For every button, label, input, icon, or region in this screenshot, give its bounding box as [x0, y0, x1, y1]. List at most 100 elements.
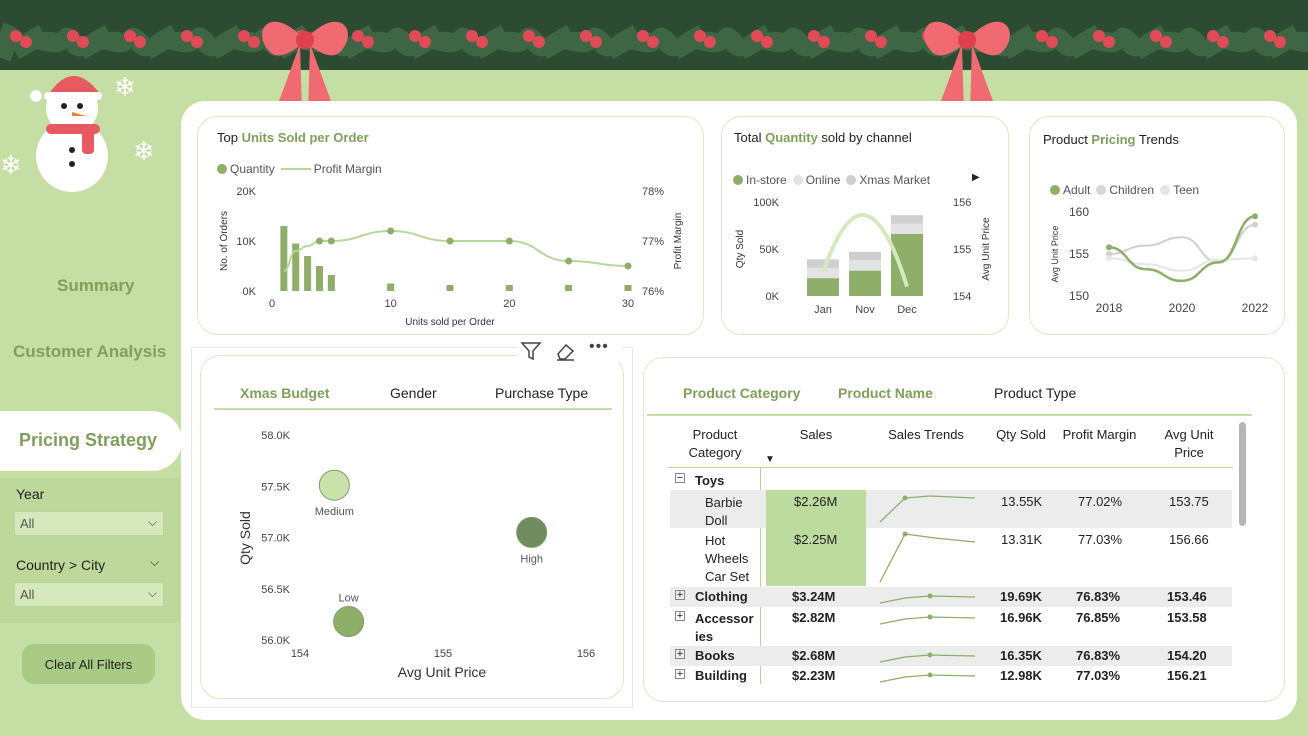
nav-pricing-strategy[interactable]: Pricing Strategy — [19, 430, 157, 451]
holly-berry — [419, 36, 431, 48]
units-sold-chart[interactable]: 20K 10K 0K 78% 77% 76% 0 10 20 30 Units sold per O… — [197, 116, 704, 335]
bar-online — [891, 223, 923, 234]
point-profit-margin — [387, 227, 395, 235]
bar-quantity — [315, 266, 323, 291]
bar-quantity — [327, 275, 335, 291]
nav-customer-analysis[interactable]: Customer Analysis — [13, 342, 166, 362]
holly-berry — [590, 36, 602, 48]
y-tick-label: 150 — [1069, 289, 1089, 303]
holly-berry — [704, 36, 716, 48]
point-adult — [1106, 244, 1112, 251]
year-select[interactable]: All ⌵ — [14, 511, 164, 536]
holly-berry — [647, 36, 659, 48]
y2-axis-title: Profit Margin — [673, 213, 684, 270]
holly-berry — [761, 36, 773, 48]
holly-berry — [191, 36, 203, 48]
point-teen — [1252, 255, 1258, 262]
holly-berry — [1103, 36, 1115, 48]
x-tick-label: Jan — [814, 304, 832, 316]
more-icon[interactable]: ••• — [589, 338, 609, 356]
scatter-point-high — [516, 516, 548, 548]
bar-in-store — [849, 270, 881, 296]
tab-product-type[interactable]: Product Type — [994, 385, 1076, 401]
snowman-decoration — [29, 75, 108, 192]
bar-in-store — [807, 278, 839, 296]
bar-quantity — [304, 256, 312, 291]
line-profit-margin — [283, 229, 629, 272]
y2-tick-label: 154 — [953, 291, 971, 303]
point-profit-margin — [315, 237, 323, 245]
holly-berry — [1217, 36, 1229, 48]
point-profit-margin — [446, 237, 454, 245]
y2-tick-label: 78% — [642, 186, 664, 198]
bar-quantity — [387, 283, 395, 291]
holly-berry — [134, 36, 146, 48]
chevron-down-icon: ⌵ — [147, 515, 157, 529]
point-profit-margin — [327, 237, 335, 245]
tab-gender[interactable]: Gender — [390, 385, 437, 401]
eraser-icon[interactable] — [554, 341, 576, 361]
x-tick-label: 2020 — [1169, 301, 1196, 315]
filter-icon[interactable] — [520, 341, 542, 361]
y2-axis-title: Avg Unit Price — [981, 217, 992, 281]
scatter-point-low — [333, 606, 365, 638]
bar-online — [849, 260, 881, 271]
snowflake-icon: ❄ — [133, 136, 155, 166]
y-tick-label: 10K — [236, 236, 256, 248]
tab-product-name[interactable]: Product Name — [838, 385, 933, 401]
filter-year-label: Year — [16, 486, 45, 502]
y-tick-label: 20K — [236, 186, 256, 198]
x-tick-label: Dec — [897, 304, 917, 316]
clear-all-filters-button[interactable]: Clear All Filters — [22, 644, 155, 684]
holly-berry — [77, 36, 89, 48]
bar-quantity — [280, 226, 288, 291]
holly-berry — [1274, 36, 1286, 48]
y-axis-title: Avg Unit Price — [1050, 226, 1060, 283]
tab-purchase-type[interactable]: Purchase Type — [495, 385, 588, 401]
y2-tick-label: 76% — [642, 286, 664, 298]
garland-decoration — [0, 0, 1308, 70]
bar-quantity — [505, 285, 513, 291]
y-tick-label: 155 — [1069, 247, 1089, 261]
holly-berry — [476, 36, 488, 48]
scatter-chart[interactable]: 58.0K 57.5K 57.0K 56.5K 56.0K154 155 156 Avg Un… — [200, 415, 624, 695]
x-axis-title: Avg Unit Price — [398, 664, 487, 680]
y-tick-label: 57.5K — [261, 481, 290, 493]
x-tick-label: 2022 — [1242, 301, 1269, 315]
bar-in-store — [891, 233, 923, 296]
point-profit-margin — [505, 237, 513, 245]
y2-tick-label: 155 — [953, 244, 971, 256]
y-axis-title: Qty Sold — [237, 511, 253, 565]
holly-berry — [1046, 36, 1058, 48]
snowflake-icon: ❄ — [114, 72, 136, 102]
point-children — [1252, 221, 1258, 228]
bow-decoration-left — [262, 21, 348, 114]
tab-product-category[interactable]: Product Category — [683, 385, 800, 401]
y-tick-label: 0K — [243, 286, 257, 298]
x-axis-title: Units sold per Order — [405, 317, 495, 328]
holly-berry — [1160, 36, 1172, 48]
nav-summary[interactable]: Summary — [57, 276, 134, 296]
y-tick-label: 0K — [766, 291, 780, 303]
scatter-point-medium — [318, 469, 350, 501]
country-city-select[interactable]: All ⌵ — [14, 582, 164, 607]
pricing-trends-chart[interactable]: 160 155 150 2018 2020 2022 Avg Unit Price — [1029, 116, 1285, 335]
country-city-select-value: All — [20, 587, 35, 602]
table-scrollbar[interactable] — [1239, 422, 1246, 526]
channel-chart[interactable]: 100K 50K 0K 156 155 154 Jan Nov Dec Qty Sold Avg U… — [721, 116, 1009, 335]
x-tick-label: 156 — [577, 648, 595, 660]
scatter-label-high: High — [520, 553, 543, 565]
y-tick-label: 57.0K — [261, 533, 290, 545]
point-adult — [1252, 213, 1258, 220]
holly-berry — [20, 36, 32, 48]
y-axis-title: No. of Orders — [219, 211, 230, 271]
chevron-down-icon[interactable]: ⌵ — [150, 555, 159, 570]
holly-berry — [533, 36, 545, 48]
scatter-label-medium: Medium — [315, 506, 354, 518]
tab-xmas-budget[interactable]: Xmas Budget — [240, 385, 329, 401]
bar-quantity — [446, 285, 454, 291]
x-tick-label: 2018 — [1096, 301, 1123, 315]
chevron-down-icon: ⌵ — [147, 586, 157, 600]
point-profit-margin — [565, 257, 573, 265]
y-tick-label: 56.5K — [261, 584, 290, 596]
